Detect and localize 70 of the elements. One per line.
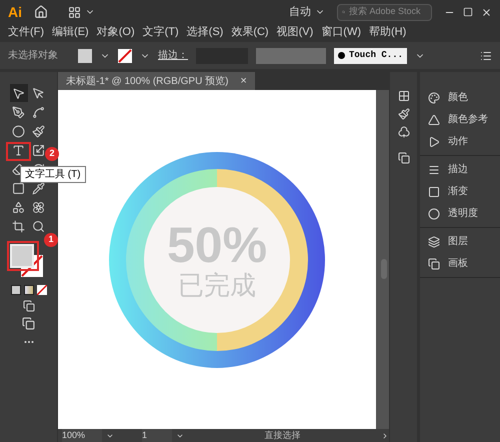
lines-icon xyxy=(428,164,440,176)
brush-icon[interactable] xyxy=(398,108,410,120)
pen-icon xyxy=(12,106,25,118)
grid-icon[interactable] xyxy=(398,90,410,102)
play-icon xyxy=(428,136,440,148)
panel-item[interactable]: 颜色 xyxy=(420,90,500,105)
fill-stroke-swatch-icon[interactable] xyxy=(10,244,42,277)
eyedropper-icon xyxy=(32,182,45,194)
pages-icon xyxy=(428,258,440,270)
square-icon xyxy=(428,186,440,198)
tooltip: 文字工具 (T) xyxy=(20,166,86,183)
panel-item[interactable]: 描边 xyxy=(420,162,500,177)
menu-item[interactable]: 编辑(E) xyxy=(52,24,89,41)
no-stroke-swatch-icon[interactable] xyxy=(118,48,132,62)
tool-button[interactable] xyxy=(10,84,28,102)
menu-item[interactable]: 选择(S) xyxy=(186,24,224,41)
zoom-icon xyxy=(32,220,45,232)
callout-badge: 1 xyxy=(44,233,58,247)
shapes-icon xyxy=(12,200,25,214)
selection-arrow-icon xyxy=(12,86,25,100)
layers-icon xyxy=(428,236,440,248)
triangle-icon xyxy=(428,114,440,126)
page-field[interactable]: 1 xyxy=(142,428,172,442)
app-logo: Ai xyxy=(8,2,22,22)
stroke-label: 描边： xyxy=(158,48,188,63)
document-tab[interactable]: 未标题-1* @ 100% (RGB/GPU 预览) × xyxy=(58,72,255,90)
text-icon xyxy=(12,144,25,156)
workspace-dropdown[interactable]: 自动 xyxy=(289,4,325,20)
scale-icon xyxy=(32,144,45,156)
ellipse-icon xyxy=(12,124,25,138)
close-icon[interactable] xyxy=(481,6,492,18)
menu-item[interactable]: 帮助(H) xyxy=(369,24,406,41)
color-mode-icon[interactable] xyxy=(10,285,20,295)
fill-swatch[interactable] xyxy=(78,48,92,62)
club-icon[interactable] xyxy=(398,126,410,138)
square-icon xyxy=(12,182,25,194)
selection-status: 未选择对象 xyxy=(8,48,59,63)
panel-item[interactable]: 画板 xyxy=(420,256,500,271)
current-tool-status: 直接选择 xyxy=(264,428,302,442)
curve-icon xyxy=(32,106,45,118)
panel-item[interactable]: 渐变 xyxy=(420,184,500,199)
gradient-mode-icon[interactable] xyxy=(24,285,34,295)
status-menu-icon[interactable] xyxy=(381,432,389,440)
search-field[interactable]: 搜索 Adobe Stock xyxy=(337,4,432,20)
panel-item[interactable]: 颜色参考 xyxy=(420,112,500,127)
home-icon[interactable] xyxy=(34,5,48,19)
menu-item[interactable]: 效果(C) xyxy=(231,24,269,41)
circle-icon xyxy=(428,208,440,220)
paintbrush-icon xyxy=(32,124,45,138)
annotation-box xyxy=(6,142,31,161)
direct-arrow-icon xyxy=(32,86,45,100)
menu-item[interactable]: 窗口(W) xyxy=(321,24,361,41)
menu-item[interactable]: 对象(O) xyxy=(96,24,135,41)
panel-item[interactable]: 图层 xyxy=(420,234,500,249)
menu-item[interactable]: 文字(T) xyxy=(142,24,179,41)
zoom-dropdown[interactable]: 100% xyxy=(62,428,102,442)
workspace-layout-icon[interactable] xyxy=(68,6,81,18)
flower-icon xyxy=(32,200,45,214)
none-mode-icon[interactable] xyxy=(36,285,46,295)
panel-item[interactable]: 动作 xyxy=(420,134,500,149)
menu-item[interactable]: 文件(F) xyxy=(8,24,44,41)
annotation-box xyxy=(6,241,38,271)
crop-icon xyxy=(12,220,25,232)
tab-close-button[interactable]: × xyxy=(240,72,247,90)
maximize-icon[interactable] xyxy=(463,7,473,17)
palette-icon xyxy=(428,92,440,104)
menu-item[interactable]: 视图(V) xyxy=(276,24,314,41)
panel-item[interactable]: 透明度 xyxy=(420,206,500,221)
callout-badge: 2 xyxy=(45,147,59,161)
brush-dropdown[interactable]: Touch C... xyxy=(334,48,408,64)
